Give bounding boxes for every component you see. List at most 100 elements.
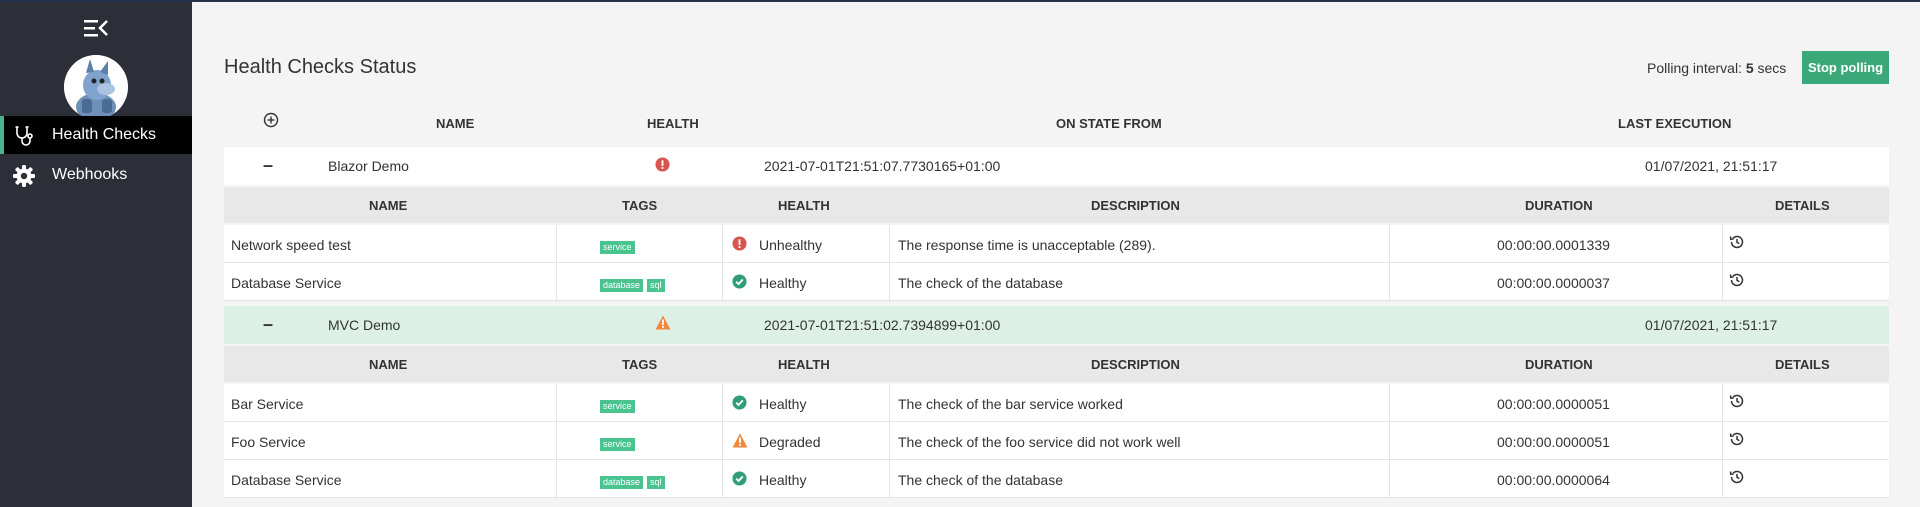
on-state-from: 2021-07-01T21:51:07.7730165+01:00 — [764, 158, 1001, 174]
tag-badge: sql — [647, 278, 665, 292]
entry-status: Healthy — [759, 275, 807, 291]
entry-description: The response time is unacceptable (289). — [898, 237, 1156, 253]
entry-status: Healthy — [759, 472, 807, 488]
tag-list: database sql — [600, 276, 669, 292]
history-icon[interactable] — [1729, 393, 1745, 409]
entry-name: Database Service — [231, 275, 342, 291]
healthy-check-icon — [732, 471, 747, 486]
warning-icon — [732, 433, 748, 448]
sub-column-duration: DURATION — [1525, 357, 1593, 372]
tag-badge: service — [600, 399, 635, 413]
sidebar-item-health-checks[interactable]: Health Checks — [0, 116, 192, 154]
page-title: Health Checks Status — [224, 56, 417, 78]
group-row-blazor-demo[interactable]: – Blazor Demo 2021-07-01T21:51:07.773016… — [224, 147, 1889, 185]
column-divider — [556, 422, 557, 460]
column-health: HEALTH — [647, 116, 699, 131]
column-divider — [889, 460, 890, 498]
sub-column-name: NAME — [369, 357, 408, 372]
group-name: MVC Demo — [328, 317, 401, 333]
entry-description: The check of the bar service worked — [898, 396, 1123, 412]
sub-column-health: HEALTH — [778, 198, 830, 213]
column-divider — [1722, 460, 1723, 498]
entry-description: The check of the foo service did not wor… — [898, 434, 1181, 450]
collapse-icon[interactable]: – — [260, 155, 276, 175]
column-divider — [889, 225, 890, 263]
sidebar: Health Checks Webhooks — [0, 2, 192, 507]
column-divider — [1389, 460, 1390, 498]
table-row: Database Service database sql Healthy The… — [224, 263, 1889, 301]
table-row: Foo Service service Degraded The check o… — [224, 422, 1889, 460]
column-divider — [556, 460, 557, 498]
tag-badge: database — [600, 278, 644, 292]
collapse-icon[interactable]: – — [260, 314, 276, 334]
column-divider — [556, 225, 557, 263]
entry-duration: 00:00:00.0000051 — [1497, 434, 1610, 450]
history-icon[interactable] — [1729, 469, 1745, 485]
tag-list: service — [600, 397, 639, 413]
group-row-mvc-demo[interactable]: – MVC Demo 2021-07-01T21:51:02.7394899+0… — [224, 306, 1889, 344]
column-divider — [889, 263, 890, 301]
table-row: Network speed test service Unhealthy The… — [224, 225, 1889, 263]
sub-column-tags: TAGS — [622, 198, 658, 213]
tag-list: database sql — [600, 473, 669, 489]
polling-label: Polling interval: — [1647, 60, 1742, 76]
entry-status: Healthy — [759, 396, 807, 412]
entry-name: Foo Service — [231, 434, 306, 450]
unhealthy-icon — [655, 157, 670, 172]
entries-table-header: NAME TAGS HEALTH DESCRIPTION DURATION DE… — [224, 187, 1889, 223]
column-divider — [1722, 384, 1723, 422]
unhealthy-icon — [732, 236, 747, 251]
column-divider — [1389, 263, 1390, 301]
history-icon[interactable] — [1729, 431, 1745, 447]
warning-icon — [655, 315, 671, 330]
entry-duration: 00:00:00.0000064 — [1497, 472, 1610, 488]
column-divider — [722, 460, 723, 498]
polling-value: 5 — [1745, 60, 1754, 76]
column-divider — [556, 263, 557, 301]
stop-polling-button[interactable]: Stop polling — [1802, 51, 1889, 84]
sidebar-item-webhooks[interactable]: Webhooks — [0, 156, 192, 194]
column-divider — [722, 384, 723, 422]
healthy-check-icon — [732, 274, 747, 289]
entry-name: Bar Service — [231, 396, 304, 412]
tag-badge: service — [600, 240, 635, 254]
tag-list: service — [600, 435, 639, 451]
sub-column-details: DETAILS — [1775, 357, 1830, 372]
tag-badge: sql — [647, 475, 665, 489]
healthy-check-icon — [732, 395, 747, 410]
history-icon[interactable] — [1729, 272, 1745, 288]
column-last-execution: LAST EXECUTION — [1618, 116, 1732, 131]
tag-list: service — [600, 238, 639, 254]
entry-name: Network speed test — [231, 237, 351, 253]
column-divider — [1389, 384, 1390, 422]
menu-collapse-icon[interactable] — [82, 18, 110, 38]
stethoscope-icon — [12, 124, 36, 148]
table-row: Database Service database sql Healthy The… — [224, 460, 1889, 498]
column-divider — [556, 384, 557, 422]
sub-column-name: NAME — [369, 198, 408, 213]
sub-column-description: DESCRIPTION — [1091, 198, 1180, 213]
entry-duration: 00:00:00.0000051 — [1497, 396, 1610, 412]
sub-column-tags: TAGS — [622, 357, 658, 372]
tag-badge: service — [600, 437, 635, 451]
sub-column-description: DESCRIPTION — [1091, 357, 1180, 372]
entry-duration: 00:00:00.0001339 — [1497, 237, 1610, 253]
last-execution: 01/07/2021, 21:51:17 — [1645, 317, 1778, 333]
tag-badge: database — [600, 475, 644, 489]
column-divider — [1722, 225, 1723, 263]
sidebar-item-label: Webhooks — [52, 166, 128, 183]
entries-table-header: NAME TAGS HEALTH DESCRIPTION DURATION DE… — [224, 346, 1889, 382]
expand-all-icon[interactable] — [263, 112, 279, 128]
sidebar-item-label: Health Checks — [52, 126, 157, 143]
history-icon[interactable] — [1729, 234, 1745, 250]
column-divider — [889, 422, 890, 460]
column-name: NAME — [436, 116, 475, 131]
entry-status: Unhealthy — [759, 237, 823, 253]
on-state-from: 2021-07-01T21:51:02.7394899+01:00 — [764, 317, 1001, 333]
avatar — [64, 55, 128, 119]
column-divider — [722, 422, 723, 460]
table-row: Bar Service service Healthy The check of… — [224, 384, 1889, 422]
sub-column-duration: DURATION — [1525, 198, 1593, 213]
sub-column-health: HEALTH — [778, 357, 830, 372]
column-divider — [722, 225, 723, 263]
